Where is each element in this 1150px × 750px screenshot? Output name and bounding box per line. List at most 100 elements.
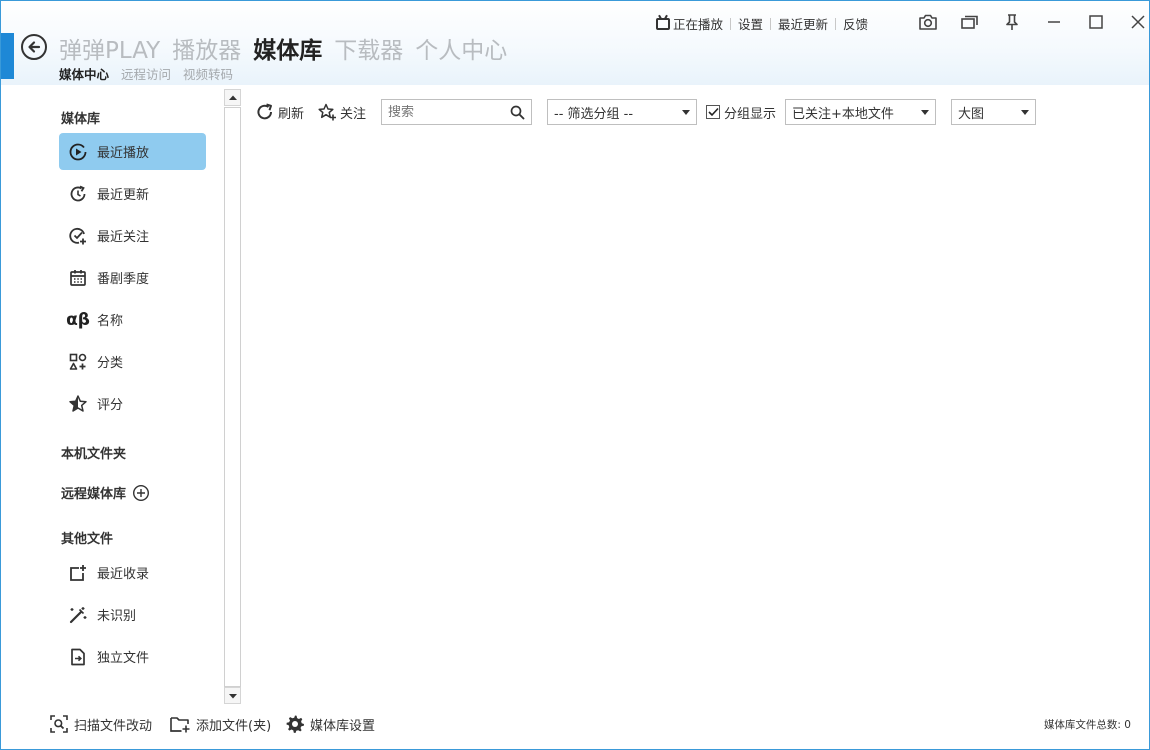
nav-tab-home[interactable]: 弹弹PLAY <box>59 31 160 65</box>
calendar-icon <box>59 268 97 288</box>
refresh-button[interactable]: 刷新 <box>255 99 304 125</box>
sidebar-scrollbar[interactable] <box>224 89 241 705</box>
alpha-beta-icon: αβ <box>66 309 90 330</box>
sidebar-item-recent-added[interactable]: 最近收录 <box>59 554 206 591</box>
sidebar-item-recent-play[interactable]: 最近播放 <box>59 133 206 170</box>
screenshot-button[interactable] <box>907 9 949 35</box>
follow-button[interactable]: 关注 <box>317 99 366 125</box>
sidebar-item-label: 最近关注 <box>97 230 150 245</box>
play-circle-icon <box>59 142 97 162</box>
sidebar-item-recent-follow[interactable]: 最近关注 <box>59 217 206 254</box>
source-value: 已关注+本地文件 <box>792 106 894 122</box>
folder-add-icon <box>170 717 190 733</box>
divider <box>730 17 732 30</box>
scan-search-icon <box>50 715 68 733</box>
check-icon <box>707 107 719 117</box>
search-field[interactable] <box>381 99 532 125</box>
sidebar-item-unrecognized[interactable]: 未识别 <box>59 596 206 633</box>
divider <box>835 17 837 30</box>
sidebar-item-rating[interactable]: 评分 <box>59 385 206 422</box>
scroll-track[interactable] <box>224 107 241 687</box>
view-mode-select[interactable]: 大图 <box>951 99 1036 125</box>
source-select[interactable]: 已关注+本地文件 <box>785 99 936 125</box>
minimize-button[interactable] <box>1033 9 1075 35</box>
group-display-toggle[interactable]: 分组显示 <box>706 99 776 125</box>
group-filter-select[interactable]: -- 筛选分组 -- <box>547 99 697 125</box>
sidebar-section-local-folders[interactable]: 本机文件夹 <box>61 443 126 462</box>
star-half-icon <box>59 394 97 414</box>
nav-tab-player[interactable]: 播放器 <box>172 31 241 65</box>
scroll-down-button[interactable] <box>224 687 241 704</box>
file-count-status: 媒体库文件总数: 0 <box>1043 719 1131 731</box>
close-button[interactable] <box>1117 9 1149 35</box>
sidebar-item-label: 评分 <box>97 398 124 413</box>
settings-link[interactable]: 设置 <box>738 14 763 33</box>
sidebar-section-remote-label[interactable]: 远程媒体库 <box>61 483 126 502</box>
search-icon[interactable] <box>510 105 525 124</box>
sidebar: 媒体库 最近播放 最近更新 最近关注 番剧季度 αβ 名称 分类 评分 本机文件… <box>1 93 223 703</box>
sidebar-section-library: 媒体库 <box>61 112 101 127</box>
sidebar-item-label: 最近更新 <box>97 188 150 203</box>
shapes-icon <box>59 352 97 372</box>
gear-icon <box>286 715 304 733</box>
now-playing-link[interactable]: 正在播放 <box>656 14 723 33</box>
library-settings-button[interactable]: 媒体库设置 <box>285 713 375 735</box>
recent-updates-link[interactable]: 最近更新 <box>778 14 828 33</box>
nav-tab-downloader[interactable]: 下载器 <box>334 31 403 65</box>
scan-changes-label: 扫描文件改动 <box>74 718 153 734</box>
scroll-up-button[interactable] <box>224 89 241 106</box>
toolbar: 刷新 关注 -- 筛选分组 -- <box>255 99 1045 125</box>
divider <box>770 17 772 30</box>
check-add-icon <box>59 226 97 246</box>
pip-button[interactable] <box>949 9 991 35</box>
scan-changes-button[interactable]: 扫描文件改动 <box>49 713 152 735</box>
feedback-link[interactable]: 反馈 <box>843 14 868 33</box>
pip-icon <box>961 15 978 29</box>
sidebar-item-standalone-files[interactable]: 独立文件 <box>59 638 206 675</box>
star-add-icon <box>318 103 336 121</box>
group-display-label: 分组显示 <box>724 106 777 122</box>
add-files-label: 添加文件(夹) <box>196 718 272 734</box>
sidebar-item-label: 番剧季度 <box>97 272 150 287</box>
view-mode-value: 大图 <box>958 106 985 122</box>
window-controls <box>907 9 1149 35</box>
arrow-left-icon <box>28 41 41 53</box>
pin-button[interactable] <box>991 9 1033 35</box>
sidebar-item-label: 名称 <box>97 314 124 329</box>
library-settings-label: 媒体库设置 <box>310 718 376 734</box>
top-links: 正在播放 设置 最近更新 反馈 <box>656 14 868 33</box>
add-remote-button[interactable] <box>132 484 150 502</box>
nav-tab-profile[interactable]: 个人中心 <box>415 31 507 65</box>
back-button[interactable] <box>21 34 47 60</box>
sidebar-item-name[interactable]: αβ 名称 <box>59 301 206 338</box>
sidebar-section-remote: 远程媒体库 <box>61 483 150 502</box>
content-area <box>245 131 1145 701</box>
sub-tab-media-center[interactable]: 媒体中心 <box>59 64 109 83</box>
maximize-button[interactable] <box>1075 9 1117 35</box>
add-files-button[interactable]: 添加文件(夹) <box>169 713 271 735</box>
follow-label: 关注 <box>340 106 367 122</box>
sub-tab-remote-access[interactable]: 远程访问 <box>121 64 171 83</box>
tv-icon <box>656 17 670 30</box>
sidebar-item-label: 最近收录 <box>97 567 150 582</box>
sidebar-item-label: 最近播放 <box>97 146 150 161</box>
maximize-icon <box>1089 15 1103 29</box>
file-arrow-icon <box>59 647 97 667</box>
sidebar-section-other: 其他文件 <box>61 532 114 547</box>
sidebar-item-season[interactable]: 番剧季度 <box>59 259 206 296</box>
sidebar-item-recent-update[interactable]: 最近更新 <box>59 175 206 212</box>
nav-tab-library[interactable]: 媒体库 <box>253 31 322 65</box>
sidebar-item-label: 分类 <box>97 356 124 371</box>
minimize-icon <box>1048 21 1060 23</box>
chevron-down-icon <box>682 110 690 115</box>
triangle-up-icon <box>228 95 237 100</box>
sub-tab-transcode[interactable]: 视频转码 <box>183 64 233 83</box>
search-input[interactable] <box>388 104 510 120</box>
app-window: 弹弹PLAY 播放器 媒体库 下载器 个人中心 媒体中心 远程访问 视频转码 正… <box>0 0 1150 750</box>
group-display-checkbox[interactable] <box>706 105 720 119</box>
group-filter-value: -- 筛选分组 -- <box>554 106 634 122</box>
sidebar-item-label: 独立文件 <box>97 651 150 666</box>
magic-wand-icon <box>59 605 97 625</box>
chevron-down-icon <box>921 110 929 115</box>
sidebar-item-category[interactable]: 分类 <box>59 343 206 380</box>
